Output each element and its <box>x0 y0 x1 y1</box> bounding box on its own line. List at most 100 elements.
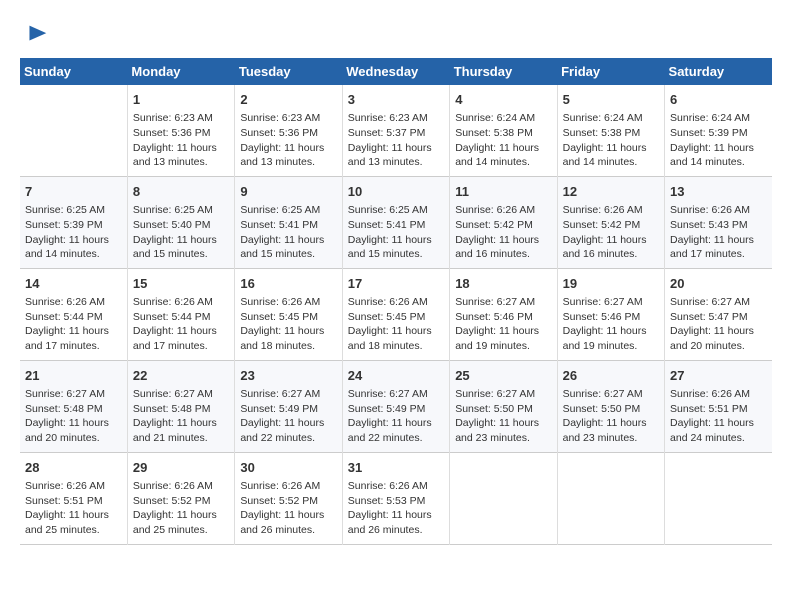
day-number: 18 <box>455 275 551 293</box>
cell-info: Sunrise: 6:26 AM Sunset: 5:53 PM Dayligh… <box>348 479 444 538</box>
calendar-cell: 4 Sunrise: 6:24 AM Sunset: 5:38 PM Daylig… <box>450 85 557 176</box>
day-number: 19 <box>563 275 659 293</box>
calendar-cell: 25 Sunrise: 6:27 AM Sunset: 5:50 PM Dayli… <box>450 360 557 452</box>
weekday-header-saturday: Saturday <box>665 58 772 85</box>
day-number: 31 <box>348 459 444 477</box>
cell-info: Sunrise: 6:26 AM Sunset: 5:52 PM Dayligh… <box>133 479 229 538</box>
cell-info: Sunrise: 6:26 AM Sunset: 5:42 PM Dayligh… <box>563 203 659 262</box>
cell-info: Sunrise: 6:26 AM Sunset: 5:44 PM Dayligh… <box>133 295 229 354</box>
calendar-cell: 28 Sunrise: 6:26 AM Sunset: 5:51 PM Dayli… <box>20 452 127 544</box>
cell-info: Sunrise: 6:25 AM Sunset: 5:41 PM Dayligh… <box>240 203 336 262</box>
cell-info: Sunrise: 6:25 AM Sunset: 5:40 PM Dayligh… <box>133 203 229 262</box>
weekday-header-friday: Friday <box>557 58 664 85</box>
calendar-cell: 2 Sunrise: 6:23 AM Sunset: 5:36 PM Daylig… <box>235 85 342 176</box>
day-number: 22 <box>133 367 229 385</box>
day-number: 21 <box>25 367 122 385</box>
cell-info: Sunrise: 6:27 AM Sunset: 5:50 PM Dayligh… <box>563 387 659 446</box>
calendar-cell: 11 Sunrise: 6:26 AM Sunset: 5:42 PM Dayli… <box>450 176 557 268</box>
calendar-cell: 3 Sunrise: 6:23 AM Sunset: 5:37 PM Daylig… <box>342 85 449 176</box>
calendar-cell: 16Sunrise: 6:26 AM Sunset: 5:45 PM Dayli… <box>235 268 342 360</box>
calendar-cell: 1 Sunrise: 6:23 AM Sunset: 5:36 PM Daylig… <box>127 85 234 176</box>
calendar-cell: 10 Sunrise: 6:25 AM Sunset: 5:41 PM Dayli… <box>342 176 449 268</box>
day-number: 30 <box>240 459 336 477</box>
day-number: 1 <box>133 91 229 109</box>
calendar-cell: 9 Sunrise: 6:25 AM Sunset: 5:41 PM Daylig… <box>235 176 342 268</box>
calendar-cell: 21 Sunrise: 6:27 AM Sunset: 5:48 PM Dayli… <box>20 360 127 452</box>
day-number: 10 <box>348 183 444 201</box>
page-header <box>20 20 772 48</box>
day-number: 8 <box>133 183 229 201</box>
weekday-header-thursday: Thursday <box>450 58 557 85</box>
calendar-table: SundayMondayTuesdayWednesdayThursdayFrid… <box>20 58 772 545</box>
day-number: 15 <box>133 275 229 293</box>
calendar-cell: 19 Sunrise: 6:27 AM Sunset: 5:46 PM Dayli… <box>557 268 664 360</box>
logo <box>20 20 50 48</box>
cell-info: Sunrise: 6:27 AM Sunset: 5:49 PM Dayligh… <box>240 387 336 446</box>
cell-info: Sunrise: 6:26 AM Sunset: 5:45 PM Dayligh… <box>348 295 444 354</box>
calendar-cell: 29 Sunrise: 6:26 AM Sunset: 5:52 PM Dayli… <box>127 452 234 544</box>
cell-info: Sunrise: 6:24 AM Sunset: 5:39 PM Dayligh… <box>670 111 767 170</box>
day-number: 12 <box>563 183 659 201</box>
calendar-cell: 14Sunrise: 6:26 AM Sunset: 5:44 PM Dayli… <box>20 268 127 360</box>
calendar-cell: 12 Sunrise: 6:26 AM Sunset: 5:42 PM Dayli… <box>557 176 664 268</box>
cell-info: Sunrise: 6:23 AM Sunset: 5:36 PM Dayligh… <box>133 111 229 170</box>
day-number: 26 <box>563 367 659 385</box>
cell-info: Sunrise: 6:26 AM Sunset: 5:44 PM Dayligh… <box>25 295 122 354</box>
cell-info: Sunrise: 6:26 AM Sunset: 5:51 PM Dayligh… <box>670 387 767 446</box>
cell-info: Sunrise: 6:23 AM Sunset: 5:36 PM Dayligh… <box>240 111 336 170</box>
cell-info: Sunrise: 6:24 AM Sunset: 5:38 PM Dayligh… <box>455 111 551 170</box>
cell-info: Sunrise: 6:27 AM Sunset: 5:48 PM Dayligh… <box>25 387 122 446</box>
day-number: 11 <box>455 183 551 201</box>
day-number: 3 <box>348 91 444 109</box>
day-number: 27 <box>670 367 767 385</box>
cell-info: Sunrise: 6:26 AM Sunset: 5:43 PM Dayligh… <box>670 203 767 262</box>
weekday-header-monday: Monday <box>127 58 234 85</box>
day-number: 20 <box>670 275 767 293</box>
calendar-cell: 8 Sunrise: 6:25 AM Sunset: 5:40 PM Daylig… <box>127 176 234 268</box>
weekday-header-sunday: Sunday <box>20 58 127 85</box>
day-number: 28 <box>25 459 122 477</box>
day-number: 24 <box>348 367 444 385</box>
day-number: 25 <box>455 367 551 385</box>
week-row-2: 7 Sunrise: 6:25 AM Sunset: 5:39 PM Daylig… <box>20 176 772 268</box>
day-number: 9 <box>240 183 336 201</box>
calendar-cell: 27 Sunrise: 6:26 AM Sunset: 5:51 PM Dayli… <box>665 360 772 452</box>
calendar-cell <box>20 85 127 176</box>
calendar-cell: 6 Sunrise: 6:24 AM Sunset: 5:39 PM Daylig… <box>665 85 772 176</box>
logo-icon <box>22 20 50 48</box>
day-number: 6 <box>670 91 767 109</box>
calendar-cell: 24 Sunrise: 6:27 AM Sunset: 5:49 PM Dayli… <box>342 360 449 452</box>
calendar-cell <box>557 452 664 544</box>
cell-info: Sunrise: 6:25 AM Sunset: 5:39 PM Dayligh… <box>25 203 122 262</box>
cell-info: Sunrise: 6:27 AM Sunset: 5:46 PM Dayligh… <box>563 295 659 354</box>
calendar-cell <box>450 452 557 544</box>
calendar-cell: 22 Sunrise: 6:27 AM Sunset: 5:48 PM Dayli… <box>127 360 234 452</box>
cell-info: Sunrise: 6:27 AM Sunset: 5:48 PM Dayligh… <box>133 387 229 446</box>
calendar-cell: 26 Sunrise: 6:27 AM Sunset: 5:50 PM Dayli… <box>557 360 664 452</box>
cell-info: Sunrise: 6:27 AM Sunset: 5:49 PM Dayligh… <box>348 387 444 446</box>
day-number: 16 <box>240 275 336 293</box>
day-number: 13 <box>670 183 767 201</box>
calendar-cell: 30 Sunrise: 6:26 AM Sunset: 5:52 PM Dayli… <box>235 452 342 544</box>
cell-info: Sunrise: 6:27 AM Sunset: 5:46 PM Dayligh… <box>455 295 551 354</box>
calendar-cell: 20 Sunrise: 6:27 AM Sunset: 5:47 PM Dayli… <box>665 268 772 360</box>
day-number: 4 <box>455 91 551 109</box>
calendar-cell: 31 Sunrise: 6:26 AM Sunset: 5:53 PM Dayli… <box>342 452 449 544</box>
weekday-header-wednesday: Wednesday <box>342 58 449 85</box>
day-number: 2 <box>240 91 336 109</box>
day-number: 7 <box>25 183 122 201</box>
day-number: 23 <box>240 367 336 385</box>
week-row-3: 14Sunrise: 6:26 AM Sunset: 5:44 PM Dayli… <box>20 268 772 360</box>
cell-info: Sunrise: 6:27 AM Sunset: 5:50 PM Dayligh… <box>455 387 551 446</box>
day-number: 5 <box>563 91 659 109</box>
day-number: 29 <box>133 459 229 477</box>
calendar-cell: 18 Sunrise: 6:27 AM Sunset: 5:46 PM Dayli… <box>450 268 557 360</box>
cell-info: Sunrise: 6:25 AM Sunset: 5:41 PM Dayligh… <box>348 203 444 262</box>
cell-info: Sunrise: 6:24 AM Sunset: 5:38 PM Dayligh… <box>563 111 659 170</box>
week-row-5: 28 Sunrise: 6:26 AM Sunset: 5:51 PM Dayli… <box>20 452 772 544</box>
cell-info: Sunrise: 6:26 AM Sunset: 5:52 PM Dayligh… <box>240 479 336 538</box>
cell-info: Sunrise: 6:27 AM Sunset: 5:47 PM Dayligh… <box>670 295 767 354</box>
cell-info: Sunrise: 6:26 AM Sunset: 5:51 PM Dayligh… <box>25 479 122 538</box>
cell-info: Sunrise: 6:26 AM Sunset: 5:42 PM Dayligh… <box>455 203 551 262</box>
cell-info: Sunrise: 6:23 AM Sunset: 5:37 PM Dayligh… <box>348 111 444 170</box>
